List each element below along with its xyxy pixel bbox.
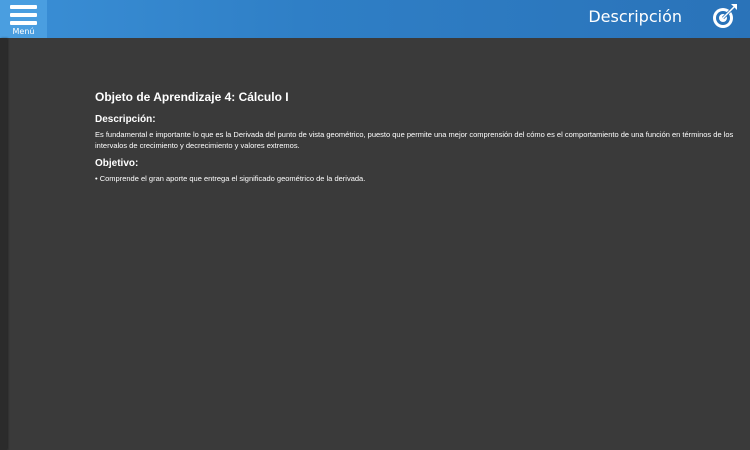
target-arrow-icon[interactable]: [710, 3, 738, 31]
menu-button[interactable]: Menú: [0, 0, 47, 38]
left-panel-edge[interactable]: [0, 38, 7, 450]
menu-label: Menú: [12, 27, 35, 36]
page-title: Descripción: [588, 7, 682, 26]
description-content: Objeto de Aprendizaje 4: Cálculo I Descr…: [95, 90, 743, 185]
top-header-bar: Menú Descripción: [0, 0, 750, 38]
learning-object-title: Objeto de Aprendizaje 4: Cálculo I: [95, 90, 289, 104]
description-text: Es fundamental e importante lo que es la…: [95, 130, 734, 150]
objective-heading: Objetivo:: [95, 158, 139, 169]
description-heading: Descripción:: [95, 114, 156, 125]
objective-item: • Comprende el gran aporte que entrega e…: [95, 174, 366, 183]
